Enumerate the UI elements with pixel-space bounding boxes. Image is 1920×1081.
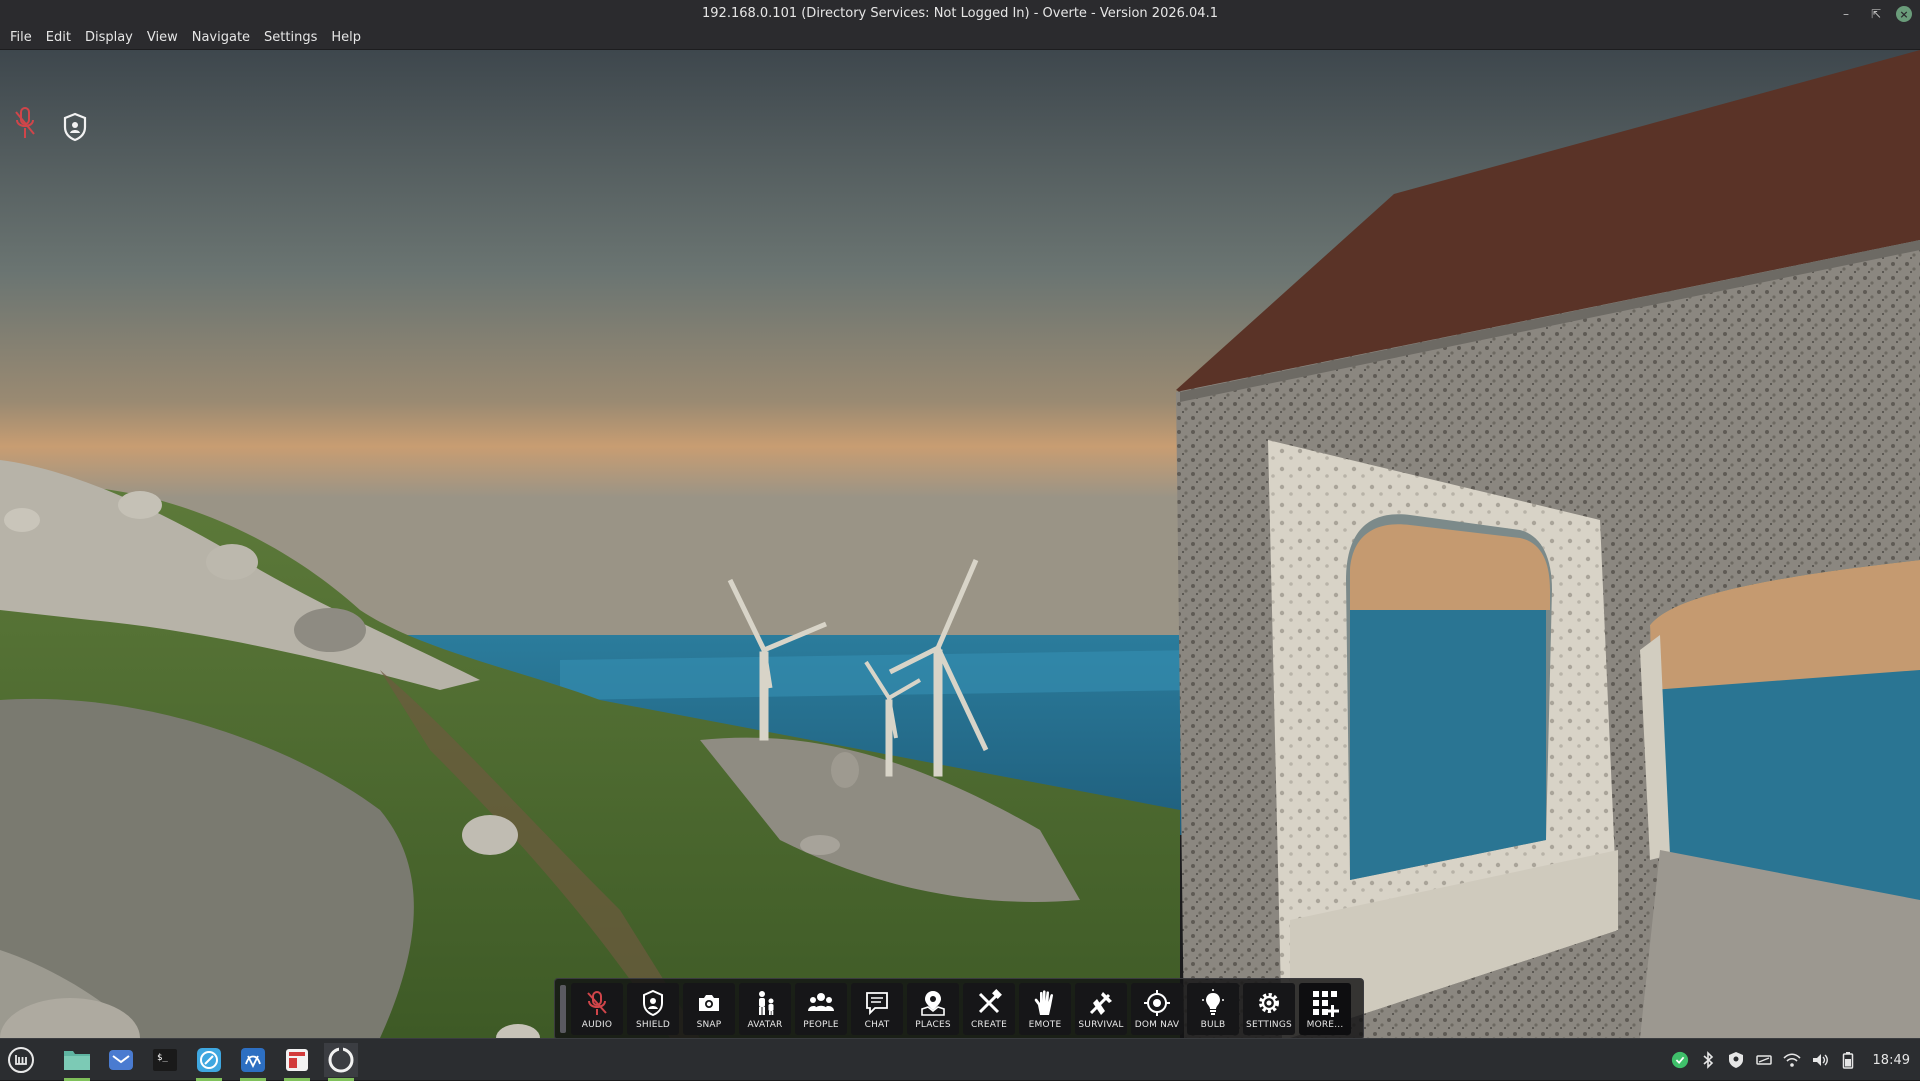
menu-settings[interactable]: Settings xyxy=(264,28,317,49)
audio-label: AUDIO xyxy=(581,1020,613,1030)
places-button[interactable]: PLACES xyxy=(907,983,959,1035)
menu-bar: File Edit Display View Navigate Settings… xyxy=(0,28,1920,50)
survival-button[interactable]: SURVIVAL xyxy=(1075,983,1127,1035)
shield-tray-icon[interactable] xyxy=(1727,1051,1745,1069)
overte-icon[interactable] xyxy=(324,1043,358,1081)
bulb-icon xyxy=(1202,989,1224,1015)
minimize-icon[interactable]: – xyxy=(1836,4,1856,24)
bulb-label: BULB xyxy=(1200,1020,1226,1030)
overte-toolbar: AUDIO SHIELD SNAP AVATAR PEOPLE CHAT PLA… xyxy=(554,978,1364,1038)
snap-label: SNAP xyxy=(696,1020,722,1030)
network-icon[interactable] xyxy=(1755,1051,1773,1069)
create-button[interactable]: CREATE xyxy=(963,983,1015,1035)
chat-button[interactable]: CHAT xyxy=(851,983,903,1035)
system-tray: 18:49 xyxy=(1671,1039,1910,1081)
world-viewport[interactable]: AUDIO SHIELD SNAP AVATAR PEOPLE CHAT PLA… xyxy=(0,50,1920,1038)
menu-help[interactable]: Help xyxy=(331,28,361,49)
gear-icon xyxy=(1259,993,1279,1013)
chat-icon xyxy=(866,992,888,1016)
close-icon[interactable]: × xyxy=(1896,6,1912,22)
terminal-icon[interactable]: $_ xyxy=(148,1043,182,1077)
menu-edit[interactable]: Edit xyxy=(46,28,71,49)
files-icon[interactable] xyxy=(60,1043,94,1081)
clock[interactable]: 18:49 xyxy=(1873,1053,1910,1068)
muted-mic-icon[interactable] xyxy=(14,106,36,142)
survival-icon xyxy=(1089,992,1112,1015)
apps-plus-icon xyxy=(1313,991,1339,1017)
shield-icon xyxy=(643,989,663,1017)
bulb-button[interactable]: BULB xyxy=(1187,983,1239,1035)
system-taskbar: $_ 18:49 xyxy=(0,1038,1920,1081)
places-icon xyxy=(921,991,945,1016)
shield-icon[interactable] xyxy=(62,112,88,142)
mint-menu-icon[interactable] xyxy=(4,1043,38,1077)
survival-label: SURVIVAL xyxy=(1078,1020,1124,1030)
bluetooth-icon[interactable] xyxy=(1699,1051,1717,1069)
emote-button[interactable]: EMOTE xyxy=(1019,983,1071,1035)
emote-label: EMOTE xyxy=(1028,1020,1062,1030)
people-icon xyxy=(808,993,834,1011)
svg-text:$_: $_ xyxy=(157,1053,168,1063)
shield-label: SHIELD xyxy=(636,1020,670,1030)
audio-button[interactable]: AUDIO xyxy=(571,983,623,1035)
target-icon xyxy=(1144,990,1170,1016)
menu-display[interactable]: Display xyxy=(85,28,133,49)
places-label: PLACES xyxy=(915,1020,951,1030)
snap-button[interactable]: SNAP xyxy=(683,983,735,1035)
create-label: CREATE xyxy=(970,1020,1008,1030)
restore-icon[interactable]: ⇱ xyxy=(1866,4,1886,24)
window-title: 192.168.0.101 (Directory Services: Not L… xyxy=(702,6,1218,21)
menu-file[interactable]: File xyxy=(10,28,32,49)
volume-icon[interactable] xyxy=(1811,1051,1829,1069)
dom-nav-button[interactable]: DOM NAV xyxy=(1131,983,1183,1035)
menu-view[interactable]: View xyxy=(147,28,178,49)
app-icon[interactable] xyxy=(236,1043,270,1081)
camera-icon xyxy=(699,995,719,1011)
software-icon[interactable] xyxy=(280,1043,314,1081)
avatar-label: AVATAR xyxy=(747,1020,783,1030)
window-titlebar: 192.168.0.101 (Directory Services: Not L… xyxy=(0,0,1920,28)
settings-label: SETTINGS xyxy=(1246,1020,1292,1030)
update-icon[interactable] xyxy=(1671,1051,1689,1069)
avatar-icon xyxy=(759,991,774,1015)
more-button[interactable]: MORE... xyxy=(1299,983,1351,1035)
shield-button[interactable]: SHIELD xyxy=(627,983,679,1035)
mic-muted-icon xyxy=(587,991,607,1015)
scene-render xyxy=(0,50,1920,1038)
people-button[interactable]: PEOPLE xyxy=(795,983,847,1035)
more-label: MORE... xyxy=(1306,1020,1344,1030)
battery-icon[interactable] xyxy=(1839,1051,1857,1069)
dom-nav-label: DOM NAV xyxy=(1134,1020,1180,1030)
avatar-button[interactable]: AVATAR xyxy=(739,983,791,1035)
hand-icon xyxy=(1034,990,1054,1015)
mail-icon[interactable] xyxy=(104,1043,138,1077)
people-label: PEOPLE xyxy=(803,1020,839,1030)
settings-button[interactable]: SETTINGS xyxy=(1243,983,1295,1035)
menu-navigate[interactable]: Navigate xyxy=(192,28,250,49)
browser-icon[interactable] xyxy=(192,1043,226,1081)
chat-label: CHAT xyxy=(864,1020,890,1030)
toolbar-drag-handle[interactable] xyxy=(560,985,566,1033)
create-icon xyxy=(978,989,1002,1014)
wifi-icon[interactable] xyxy=(1782,1051,1801,1069)
